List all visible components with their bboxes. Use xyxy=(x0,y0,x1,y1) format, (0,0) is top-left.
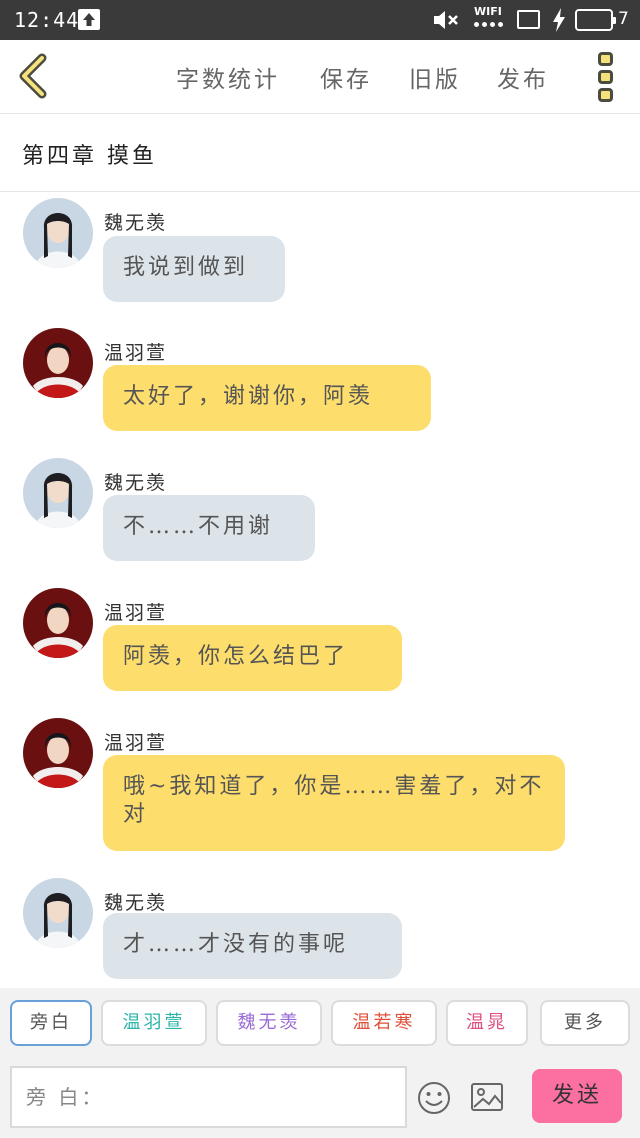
message-sender: 温羽萱 xyxy=(104,342,168,364)
role-wen-chao-button[interactable]: 温晁 xyxy=(446,1000,528,1046)
send-button[interactable]: 发送 xyxy=(532,1069,622,1123)
word-count-button[interactable]: 字数统计 xyxy=(176,60,280,94)
message-sender: 魏无羡 xyxy=(104,472,168,494)
battery-level: 7 xyxy=(618,9,629,29)
chevron-left-icon xyxy=(19,53,47,99)
upload-icon xyxy=(78,9,100,30)
dot-icon xyxy=(597,88,613,102)
avatar-wen-yuxuan[interactable] xyxy=(23,718,93,788)
status-time: 12:44 xyxy=(14,8,80,32)
chapter-title[interactable]: 第四章 摸鱼 xyxy=(22,138,157,170)
message-sender: 温羽萱 xyxy=(104,732,168,754)
dot-icon xyxy=(597,52,613,66)
avatar-wei-wuxian[interactable] xyxy=(23,198,93,268)
image-icon xyxy=(471,1083,503,1111)
message-sender: 魏无羡 xyxy=(104,892,168,914)
more-menu-button[interactable] xyxy=(594,52,616,102)
wifi-label: WIFI xyxy=(474,5,502,18)
publish-button[interactable]: 发布 xyxy=(497,60,549,94)
message-bubble[interactable]: 才……才没有的事呢 xyxy=(103,913,402,979)
avatar-wei-wuxian[interactable] xyxy=(23,878,93,948)
mute-icon xyxy=(432,9,460,35)
input-row: 发送 xyxy=(0,1066,640,1128)
role-narration-button[interactable]: 旁白 xyxy=(10,1000,92,1046)
battery-icon xyxy=(575,9,616,31)
wifi-indicator: WIFI xyxy=(474,6,510,34)
avatar-wen-yuxuan[interactable] xyxy=(23,328,93,398)
status-bar: 12:44 WIFI 7 xyxy=(0,0,640,40)
dot-icon xyxy=(597,70,613,84)
signal-dots-icon xyxy=(474,22,510,27)
message-bubble[interactable]: 我说到做到 xyxy=(103,236,285,302)
emoji-button[interactable] xyxy=(416,1080,452,1116)
old-version-button[interactable]: 旧版 xyxy=(409,60,461,94)
message-bubble[interactable]: 哦~我知道了，你是……害羞了，对不对 xyxy=(103,755,565,851)
message-bubble[interactable]: 阿羡，你怎么结巴了 xyxy=(103,625,402,691)
message-bubble[interactable]: 太好了，谢谢你，阿羡 xyxy=(103,365,431,431)
chapter-header[interactable]: 第四章 摸鱼 xyxy=(0,114,640,192)
role-wei-wuxian-button[interactable]: 魏无羡 xyxy=(216,1000,322,1046)
message-sender: 魏无羡 xyxy=(104,212,168,234)
message-bubble[interactable]: 不……不用谢 xyxy=(103,495,315,561)
message-list[interactable]: 魏无羡 我说到做到 温羽萱 太好了，谢谢你，阿羡 魏无羡 不……不用谢 温羽萱 … xyxy=(0,192,640,988)
message-input[interactable] xyxy=(10,1066,407,1128)
smiley-icon xyxy=(418,1082,450,1114)
message-sender: 温羽萱 xyxy=(104,602,168,624)
role-more-button[interactable]: 更多 xyxy=(540,1000,630,1046)
avatar-wei-wuxian[interactable] xyxy=(23,458,93,528)
avatar-wen-yuxuan[interactable] xyxy=(23,588,93,658)
sim-icon xyxy=(517,10,540,29)
role-selector: 旁白 温羽萱 魏无羡 温若寒 温晁 更多 xyxy=(0,1000,640,1050)
charging-bolt-icon xyxy=(552,8,566,36)
save-button[interactable]: 保存 xyxy=(320,60,372,94)
role-wen-ruohan-button[interactable]: 温若寒 xyxy=(331,1000,437,1046)
editor-toolbar: 字数统计 保存 旧版 发布 xyxy=(0,40,640,114)
composer-panel: 旁白 温羽萱 魏无羡 温若寒 温晁 更多 发送 xyxy=(0,988,640,1138)
role-wen-yuxuan-button[interactable]: 温羽萱 xyxy=(101,1000,207,1046)
insert-image-button[interactable] xyxy=(470,1082,504,1112)
back-button[interactable] xyxy=(14,52,54,100)
